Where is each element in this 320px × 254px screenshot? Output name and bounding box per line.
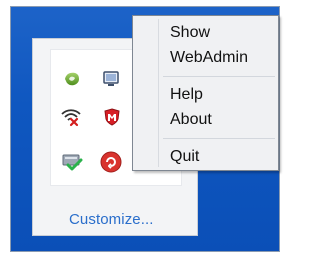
menu-gutter (158, 19, 159, 167)
refresh-update-icon[interactable] (100, 151, 122, 173)
menu-item-webadmin[interactable]: WebAdmin (170, 49, 248, 67)
menu-item-help[interactable]: Help (170, 86, 203, 104)
menu-item-show[interactable]: Show (170, 24, 210, 42)
customize-link[interactable]: Customize... (69, 211, 154, 228)
monitor-icon[interactable] (100, 68, 122, 90)
mcafee-shield-icon[interactable] (101, 106, 123, 128)
menu-separator (163, 138, 275, 139)
menu-item-about[interactable]: About (170, 111, 212, 129)
nvidia-icon[interactable] (61, 68, 83, 90)
menu-item-quit[interactable]: Quit (170, 148, 199, 166)
network-disconnected-icon[interactable] (60, 106, 82, 128)
safely-remove-hardware-icon[interactable] (61, 151, 83, 173)
context-menu: Show WebAdmin Help About Quit (132, 15, 279, 171)
menu-separator (163, 76, 275, 77)
